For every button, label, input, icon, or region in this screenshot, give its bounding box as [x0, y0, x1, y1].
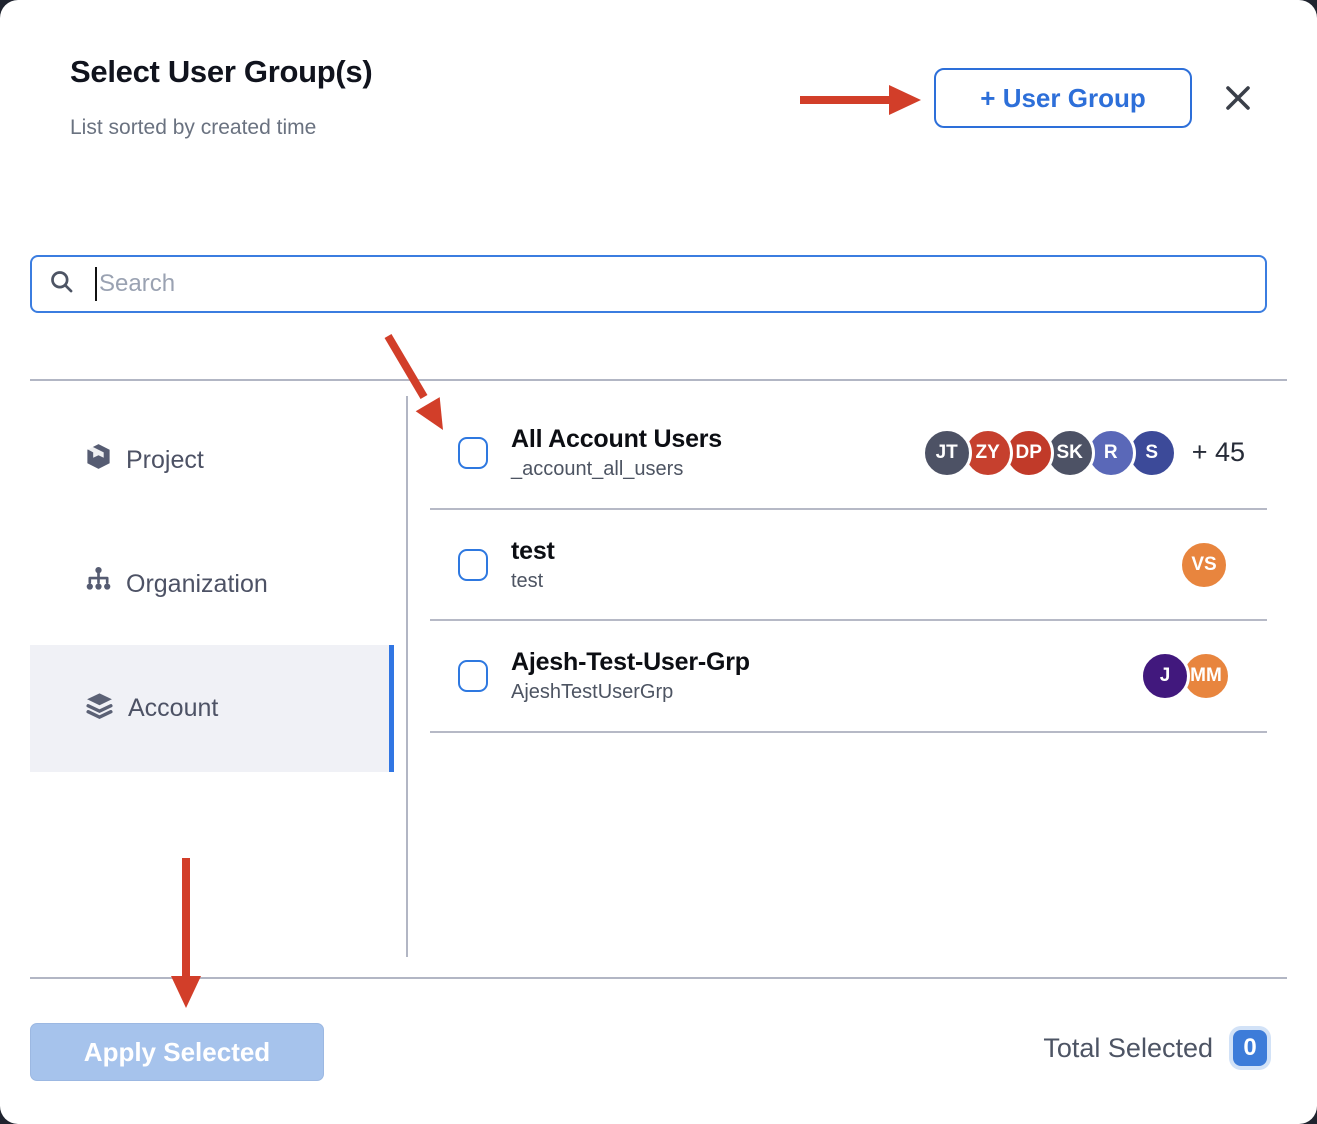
group-id: test: [511, 570, 555, 593]
group-checkbox[interactable]: [458, 437, 488, 469]
layers-icon: [84, 690, 115, 728]
search-field[interactable]: [30, 255, 1267, 313]
tab-project[interactable]: Project: [30, 430, 394, 490]
arrow-to-apply-selected: [171, 858, 201, 1008]
tab-account-label: Account: [128, 694, 218, 723]
select-user-group-modal: Select User Group(s) List sorted by crea…: [0, 0, 1317, 1124]
group-id: _account_all_users: [511, 458, 722, 481]
tab-organization[interactable]: Organization: [30, 554, 394, 614]
panel-divider: [406, 396, 408, 957]
group-checkbox[interactable]: [458, 660, 488, 692]
group-checkbox[interactable]: [458, 549, 488, 581]
close-button[interactable]: [1219, 80, 1257, 118]
total-selected: Total Selected 0: [1043, 1030, 1267, 1066]
total-selected-count-badge: 0: [1233, 1030, 1267, 1066]
group-text: Ajesh-Test-User-Grp AjeshTestUserGrp: [511, 648, 750, 704]
group-id: AjeshTestUserGrp: [511, 681, 750, 704]
group-row-ajesh-test-user-grp[interactable]: Ajesh-Test-User-Grp AjeshTestUserGrp J M…: [430, 621, 1267, 733]
content-divider: [30, 379, 1287, 381]
total-selected-label: Total Selected: [1043, 1033, 1213, 1064]
text-cursor: [95, 267, 97, 301]
group-name: test: [511, 537, 555, 566]
group-text: test test: [511, 537, 555, 593]
tab-account[interactable]: Account: [30, 645, 394, 772]
avatar: J: [1140, 651, 1190, 701]
group-row-test[interactable]: test test VS: [430, 510, 1267, 621]
avatar: VS: [1179, 540, 1229, 590]
tab-organization-label: Organization: [126, 570, 268, 599]
org-chart-icon: [84, 566, 113, 602]
apply-selected-label: Apply Selected: [84, 1037, 270, 1068]
tab-project-label: Project: [126, 446, 204, 475]
close-icon: [1223, 83, 1253, 116]
avatar-stack: VS: [1179, 540, 1245, 590]
group-row-all-account-users[interactable]: All Account Users _account_all_users JT …: [430, 397, 1267, 510]
cube-icon: [84, 442, 113, 478]
arrow-to-add-user-group: [800, 85, 921, 115]
apply-selected-button[interactable]: Apply Selected: [30, 1023, 324, 1081]
group-text: All Account Users _account_all_users: [511, 425, 722, 481]
avatar-stack: J MM: [1140, 651, 1245, 701]
add-user-group-button[interactable]: + User Group: [934, 68, 1192, 128]
group-name: Ajesh-Test-User-Grp: [511, 648, 750, 677]
sort-hint-text: List sorted by created time: [70, 116, 316, 140]
add-user-group-label: + User Group: [980, 83, 1145, 114]
avatar: JT: [922, 428, 972, 478]
active-tab-indicator: [389, 645, 394, 772]
avatar-stack: JT ZY DP SK R S + 45: [922, 428, 1245, 478]
search-icon: [48, 268, 75, 300]
search-input[interactable]: [99, 270, 1265, 298]
footer-divider: [30, 977, 1287, 979]
avatar-overflow-count: + 45: [1192, 437, 1245, 468]
page-title: Select User Group(s): [70, 54, 372, 90]
user-group-list: All Account Users _account_all_users JT …: [430, 397, 1267, 733]
group-name: All Account Users: [511, 425, 722, 454]
